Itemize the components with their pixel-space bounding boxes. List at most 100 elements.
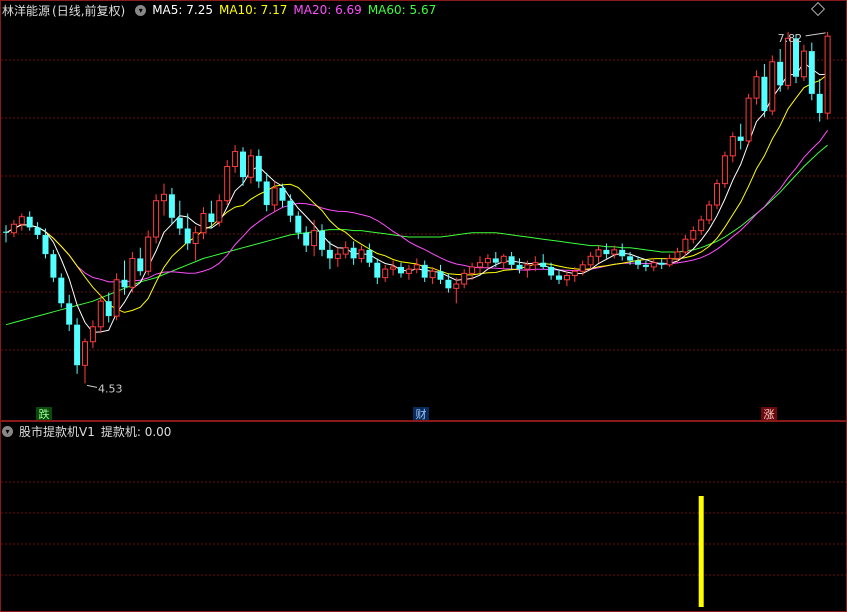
candle-body-down [105,301,112,317]
candle-body-down [556,275,562,280]
candle-body-down [58,277,65,304]
main-legend: 林洋能源 (日线,前复权) ▾ MA5: 7.25 MA10: 7.17 MA2… [2,2,442,18]
candle-body-down [642,264,649,267]
candle-body-up [469,266,476,274]
signal-bar [698,496,704,607]
candle-body-up [579,264,586,272]
candle-body-down [42,234,49,255]
candle-body-up [232,151,239,168]
candle-body-up [342,247,349,255]
candle-body-up [477,262,483,268]
sub-legend: ▾ 股市提款机V1 提款机: 0.00 [2,423,177,439]
candle-body-up [524,264,531,270]
candle-body-down [627,256,634,261]
candle-body-up [405,268,412,274]
candle-body-up [721,155,728,185]
candle-body-down [540,262,547,267]
candle-body-up [271,187,278,206]
sub-settings-icon[interactable]: ▾ [2,425,13,437]
candle-body-down [303,232,310,246]
candle-body-up [97,300,104,328]
ma60-label: MA60: 5.67 [367,3,437,17]
candle-body-up [192,232,199,244]
candle-body-up [698,219,705,232]
candle-body-up [785,37,792,86]
high-label: 7.82 [778,32,803,45]
candle-body-up [382,268,389,279]
candle-body-down [437,271,444,280]
candle-body-up [358,249,365,259]
candle-body-down [50,254,57,278]
candle-body-down [279,187,286,201]
chart-canvas: 7.82 4.53 跌 财 涨 [0,0,847,612]
candle-body-down [398,266,404,274]
candle-body-down [319,230,325,250]
candle-body-down [374,262,381,278]
candle-body-up [587,255,594,266]
candle-body-up [706,204,713,221]
candle-body-up [500,255,507,264]
candle-body-down [121,279,128,288]
candle-body-up [18,216,25,225]
candle-body-up [532,262,539,266]
candle-body-down [548,266,555,276]
indicator-name: 股市提款机V1 [19,424,95,439]
candle-body-down [777,61,784,86]
candle-body-down [74,324,81,366]
candle-body-up [311,230,318,247]
marker-label: 财 [416,407,427,421]
candle-body-down [176,217,183,229]
candle-body-down [421,264,428,278]
candle-body-up [390,266,397,270]
candle-body-down [255,155,262,182]
candle-body-down [508,256,515,265]
candle-body-up [563,275,570,281]
candle-body-down [445,279,452,289]
candle-body-up [571,270,578,277]
chart-mode: (日线,前复权) [52,3,126,18]
candle-body-down [295,215,302,233]
candle-body-down [26,216,33,228]
candle-body-down [208,213,215,223]
candle-body-up [745,97,752,142]
candle-body-up [666,257,673,266]
candle-body-up [82,341,88,366]
candle-body-down [761,76,768,111]
candle-body-up [161,193,167,202]
candle-body-up [247,155,254,178]
low-arrow [86,384,98,388]
ma20-label: MA20: 6.69 [293,3,362,17]
candle-body-up [129,257,136,288]
candle-body-down [366,249,373,263]
candle-body-up [334,253,341,259]
candle-body-up [10,223,17,234]
candle-body-down [492,258,499,263]
candle-body-up [461,272,468,285]
candle-body-up [769,61,776,112]
high-arrow [805,32,826,37]
candle-body-down [168,194,175,218]
candle-body-down [240,151,246,178]
candle-body-up [753,76,760,99]
candle-body-down [326,249,333,259]
candle-body-down [603,249,610,255]
settings-icon[interactable]: ▾ [135,4,147,16]
candle-body-down [137,258,144,272]
candle-body-up [413,264,420,270]
candle-body-down [3,231,9,233]
candle-body-up [595,249,602,257]
marker-label: 跌 [39,407,50,421]
candle-body-down [263,181,270,205]
candle-body-up [690,230,697,240]
stock-name: 林洋能源 [2,3,51,18]
candle-body-up [153,200,160,238]
candle-body-up [200,213,207,234]
marker-label: 涨 [764,408,775,421]
low-label: 4.53 [98,382,123,395]
ma5-label: MA5: 7.25 [152,3,213,17]
candle-body-up [224,166,231,202]
candle-body-up [714,183,720,206]
indicator-value: 提款机: 0.00 [100,424,172,439]
candle-body-up [611,249,618,255]
candle-body-up [216,200,223,223]
